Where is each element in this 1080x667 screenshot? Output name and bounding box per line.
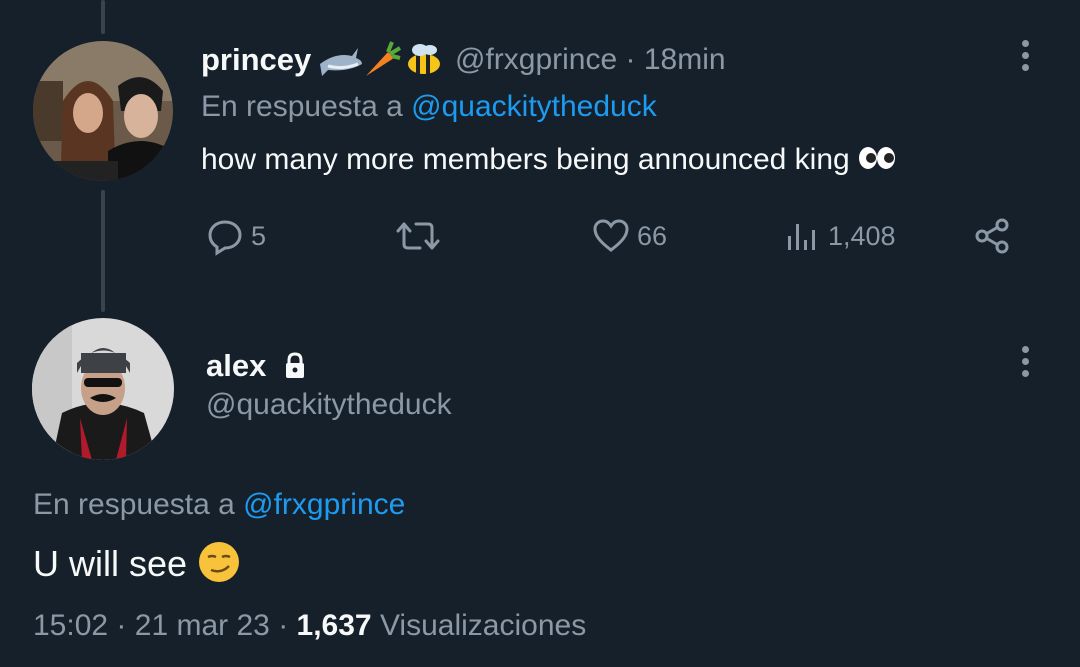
author-name[interactable]: alex <box>206 348 266 384</box>
bee-icon <box>404 42 444 83</box>
tweet-body: U will see <box>33 543 188 585</box>
lock-icon <box>284 352 306 385</box>
smirk-icon <box>197 540 241 593</box>
share-button[interactable] <box>973 216 1013 256</box>
views-total[interactable]: 1,637 <box>297 609 372 642</box>
more-options-button[interactable] <box>1022 40 1030 76</box>
retweet-icon <box>396 222 440 250</box>
tweet-text: U will see <box>33 540 241 593</box>
tweet-body: how many more members being announced ki… <box>201 143 850 176</box>
meta-separator: · <box>116 609 127 642</box>
tweet-meta: 15:02 · 21 mar 23 · 1,637 Visualizacione… <box>33 609 586 643</box>
shark-icon <box>318 42 364 83</box>
analytics-icon <box>788 224 815 250</box>
author-handle[interactable]: @quackitytheduck <box>206 388 452 422</box>
reply-context: En respuesta a @frxgprince <box>33 488 405 522</box>
share-icon <box>975 218 1009 254</box>
display-name[interactable]: princey <box>201 42 311 77</box>
meta-separator: · <box>278 609 289 642</box>
reply-mention[interactable]: @frxgprince <box>243 488 405 521</box>
tweet-time[interactable]: 15:02 <box>33 609 108 642</box>
author-handle[interactable]: @frxgprince <box>455 43 617 76</box>
tweet-date[interactable]: 21 mar 23 <box>135 609 270 642</box>
like-button[interactable]: 66 <box>591 216 667 256</box>
more-options-button[interactable] <box>1022 346 1030 382</box>
meta-separator: · <box>625 43 636 76</box>
views-button[interactable]: 1,408 <box>786 216 896 256</box>
eyes-icon <box>858 144 896 178</box>
thread-line-top <box>101 0 105 34</box>
reply-prefix: En respuesta a <box>33 488 235 521</box>
display-name[interactable]: alex <box>206 348 266 383</box>
views-label: Visualizaciones <box>379 609 587 642</box>
thread-line-bottom <box>101 190 105 312</box>
carrot-icon <box>362 40 402 85</box>
reply-icon <box>208 220 242 256</box>
reply-prefix: En respuesta a <box>201 90 403 123</box>
timestamp[interactable]: 18min <box>644 43 726 76</box>
tweet-text: how many more members being announced ki… <box>201 143 896 178</box>
reply-mention[interactable]: @quackitytheduck <box>411 90 657 123</box>
avatar[interactable] <box>32 318 174 460</box>
heart-icon <box>593 219 629 252</box>
avatar[interactable] <box>33 41 173 181</box>
handle-meta: @frxgprince · 18min <box>455 43 726 77</box>
views-count: 1,408 <box>828 220 896 251</box>
like-count: 66 <box>637 220 668 251</box>
reply-count: 5 <box>251 220 267 251</box>
retweet-button[interactable] <box>396 216 446 256</box>
reply-button[interactable]: 5 <box>205 216 266 256</box>
author-name[interactable]: princey <box>201 42 311 78</box>
reply-context: En respuesta a @quackitytheduck <box>201 90 657 124</box>
